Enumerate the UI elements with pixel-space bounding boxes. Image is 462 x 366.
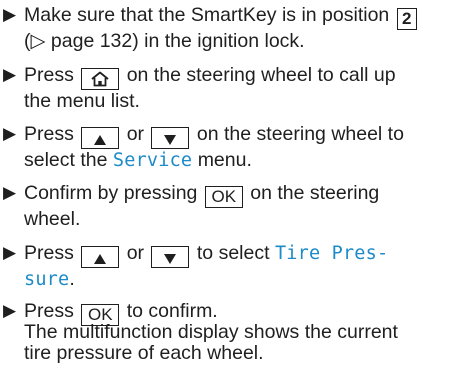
step-2-text: Press	[24, 64, 74, 86]
step-1-text: Make sure that the SmartKey is in positi…	[24, 4, 390, 26]
step-3-line2-prefix: select the	[24, 149, 108, 171]
step-2-line-1: Press on the steering wheel to call up	[24, 62, 396, 90]
step-3-line-1: Press or on the steering wheel to	[24, 121, 404, 149]
home-icon	[91, 71, 109, 87]
step-4-suffix: on the steering	[250, 182, 380, 204]
home-button	[81, 68, 120, 90]
step-5-line-1: Press or to select Tire Pres-	[24, 240, 388, 268]
step-3-suffix: on the steering wheel to	[196, 123, 404, 145]
down-button	[151, 246, 190, 268]
instruction-page: ▶ Make sure that the SmartKey is in posi…	[0, 0, 462, 364]
bullet-icon: ▶	[3, 243, 17, 262]
step-2-continuation: the menu list.	[24, 90, 140, 112]
up-arrow-icon	[94, 135, 107, 145]
step-2-line-2: the menu list.	[24, 88, 140, 114]
step-5-line-2: sure.	[24, 266, 75, 293]
tire-pressure-menu-label-cont: sure	[24, 269, 70, 290]
step-1-line-1: Make sure that the SmartKey is in positi…	[24, 2, 419, 30]
tire-pressure-menu-label: Tire Pres-	[274, 243, 389, 264]
step-4-line-1: Confirm by pressing OK on the steering	[24, 180, 379, 208]
or-text: or	[126, 123, 145, 145]
ok-button: OK	[204, 186, 243, 208]
bullet-icon: ▶	[3, 5, 17, 24]
down-arrow-icon	[164, 135, 177, 145]
step-2-suffix: on the steering wheel to call up	[126, 64, 396, 86]
step-5-text: Press	[24, 242, 74, 264]
down-arrow-icon	[164, 254, 177, 264]
step-4-text: Confirm by pressing	[24, 182, 198, 204]
down-button	[151, 127, 190, 149]
step-4-continuation: wheel.	[24, 208, 81, 230]
step-5-period: .	[69, 268, 75, 290]
step-3-text: Press	[24, 123, 74, 145]
step-3-line2-suffix: menu.	[197, 149, 252, 171]
step-6-result-line-2: tire pressure of each wheel.	[24, 340, 264, 366]
up-button	[81, 127, 120, 149]
up-arrow-icon	[94, 254, 107, 264]
bullet-icon: ▶	[3, 183, 17, 202]
step-3-line-2: select the Service menu.	[24, 147, 252, 174]
bullet-icon: ▶	[3, 124, 17, 143]
step-4-line-2: wheel.	[24, 206, 80, 232]
bullet-icon: ▶	[3, 65, 17, 84]
or-text: or	[126, 242, 145, 264]
bullet-icon: ▶	[3, 301, 17, 320]
service-menu-label: Service	[112, 150, 193, 171]
step-1-line-2: (▷ page 132) in the ignition lock.	[24, 28, 305, 54]
result-text-continuation: tire pressure of each wheel.	[24, 342, 264, 364]
page-reference: (▷ page 132) in the ignition lock.	[24, 30, 305, 52]
position-2-key: 2	[396, 8, 417, 30]
up-button	[81, 246, 120, 268]
step-5-middle: to select	[196, 242, 270, 264]
